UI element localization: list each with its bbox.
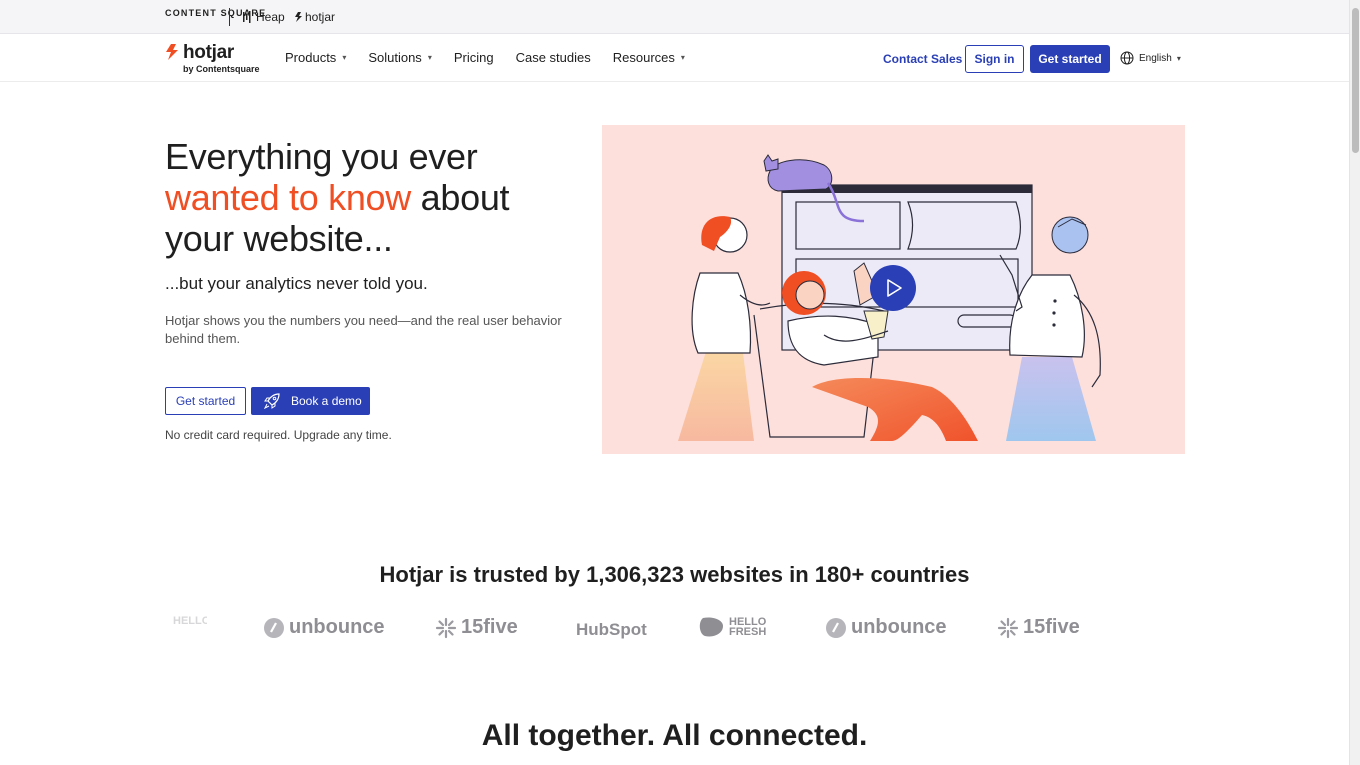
nav-products[interactable]: Products ▾ <box>285 50 346 65</box>
sign-in-button[interactable]: Sign in <box>965 45 1024 73</box>
hotjar-mark-icon <box>166 44 178 60</box>
unbounce-logo: unbounce <box>263 616 385 639</box>
brand-divider <box>229 8 230 26</box>
nav-resources[interactable]: Resources ▾ <box>613 50 685 65</box>
chevron-down-icon: ▾ <box>427 53 432 62</box>
play-video-button[interactable] <box>870 265 916 311</box>
chevron-down-icon: ▾ <box>342 53 347 62</box>
hellofresh-logo: HELLO FRESH <box>699 616 769 638</box>
hellofresh-logo: HELLO FRESH <box>173 616 207 626</box>
chevron-down-icon: ▾ <box>1176 53 1181 63</box>
unbounce-mark-icon <box>264 617 284 638</box>
heap-logo-icon <box>243 11 251 23</box>
page-scrollbar[interactable] <box>1349 0 1360 765</box>
hero-title: Everything you ever wanted to know about… <box>165 136 510 259</box>
customer-logos-strip: HELLO FRESH unbounce 15five HubSpot HELL… <box>165 612 1165 648</box>
unbounce-logo: unbounce <box>825 616 947 639</box>
unbounce-mark-icon <box>826 617 846 638</box>
get-started-button[interactable]: Get started <box>1030 45 1110 73</box>
language-selector[interactable]: English ▾ <box>1120 51 1181 65</box>
15five-mark-icon <box>435 617 457 638</box>
15five-logo: 15five <box>435 616 518 639</box>
nav-pricing[interactable]: Pricing <box>454 50 494 65</box>
scrollbar-thumb[interactable] <box>1352 8 1359 153</box>
hotjar-brand[interactable]: hotjar <box>294 10 335 24</box>
trusted-headline: Hotjar is trusted by 1,306,323 websites … <box>379 562 970 587</box>
15five-logo: 15five <box>997 616 1080 639</box>
hero-get-started-button[interactable]: Get started <box>165 387 246 415</box>
hubspot-logo: HubSpot <box>576 620 647 639</box>
book-demo-button[interactable]: Book a demo <box>251 387 370 415</box>
hero-illustration <box>602 125 1185 454</box>
brand-bar: CONTENT SQUARE Heap hotjar <box>0 0 1349 34</box>
hero-subtitle: ...but your analytics never told you. <box>165 274 428 293</box>
no-credit-card-note: No credit card required. Upgrade any tim… <box>165 428 392 442</box>
rocket-icon <box>263 393 280 410</box>
primary-nav: Products ▾ Solutions ▾ Pricing Case studie… <box>285 50 707 65</box>
hellofresh-mark-icon <box>699 617 723 637</box>
15five-mark-icon <box>997 617 1019 638</box>
chevron-down-icon: ▾ <box>680 53 685 62</box>
nav-case-studies[interactable]: Case studies <box>516 50 591 65</box>
globe-icon <box>1120 51 1134 65</box>
all-together-headline: All together. All connected. <box>481 719 868 752</box>
heap-brand[interactable]: Heap <box>243 10 285 24</box>
main-navbar: hotjar by Contentsquare Products ▾ Soluti… <box>0 34 1349 82</box>
hero-title-accent: wanted to know <box>165 177 411 218</box>
hero-description: Hotjar shows you the numbers you need—an… <box>165 313 562 346</box>
hotjar-logo[interactable]: hotjar by Contentsquare <box>165 42 265 76</box>
nav-solutions[interactable]: Solutions ▾ <box>368 50 432 65</box>
contact-sales-link[interactable]: Contact Sales <box>883 52 962 66</box>
hotjar-logo-icon <box>295 12 302 22</box>
